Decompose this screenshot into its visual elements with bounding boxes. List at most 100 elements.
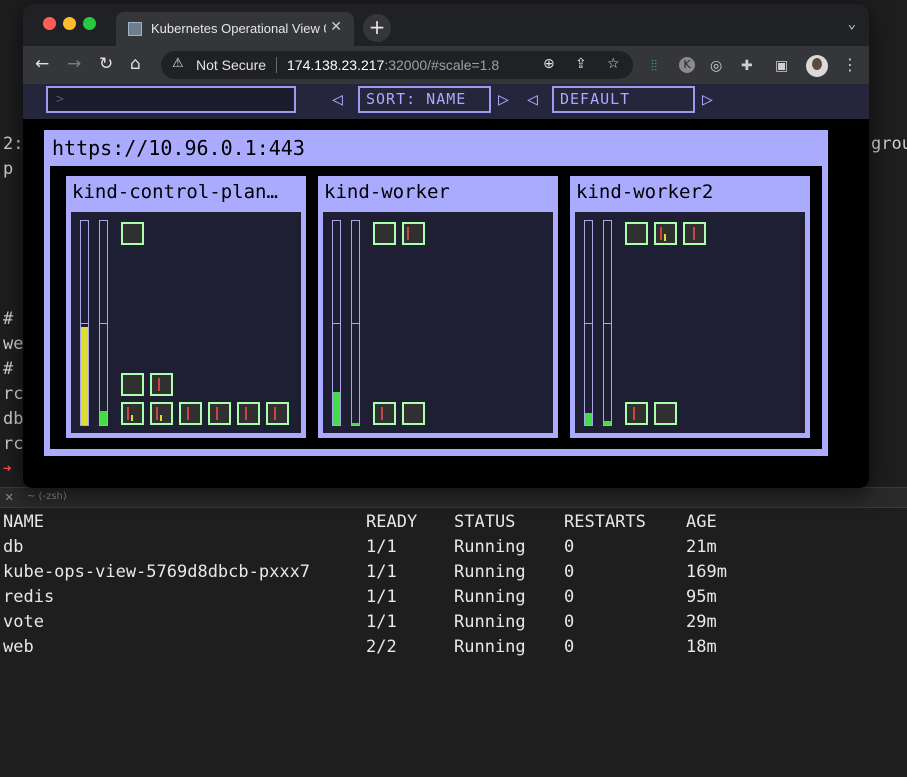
tab-title: Kubernetes Operational View 0 <box>151 21 326 36</box>
pod-box[interactable] <box>402 402 425 425</box>
reload-icon[interactable]: ↻ <box>99 54 113 74</box>
pod-box[interactable] <box>266 402 289 425</box>
home-icon[interactable]: ⌂ <box>130 54 141 74</box>
pod-box[interactable] <box>654 402 677 425</box>
pod-name: kube-ops-view-5769d8dbcb-pxxx7 <box>3 562 311 582</box>
share-icon[interactable]: ⇪ <box>575 56 587 72</box>
sort-selector[interactable]: SORT: NAME <box>358 86 491 113</box>
terminal-line: # <box>3 359 14 379</box>
pod-box[interactable] <box>121 222 144 245</box>
warning-icon[interactable]: ⚠ <box>172 56 184 71</box>
puzzle-icon[interactable]: ✚ <box>741 58 753 74</box>
pod-box[interactable] <box>373 402 396 425</box>
pod-restarts: 0 <box>564 612 575 632</box>
extension-k-icon[interactable]: K <box>679 57 695 73</box>
pod-restarts: 0 <box>564 587 575 607</box>
cpu-fill <box>81 327 88 425</box>
close-window-button[interactable] <box>43 17 56 30</box>
back-icon[interactable]: ← <box>35 54 49 74</box>
maximize-window-button[interactable] <box>83 17 96 30</box>
memory-bar <box>99 220 108 426</box>
memory-bar <box>351 220 360 426</box>
forward-icon[interactable]: → <box>67 54 81 74</box>
theme-selector[interactable]: DEFAULT <box>552 86 695 113</box>
pod-box[interactable] <box>121 402 144 425</box>
table-row: web 2/2 Running 0 18m <box>0 637 717 662</box>
column-header: RESTARTS <box>564 512 646 532</box>
close-tab-icon[interactable]: ✕ <box>330 19 342 35</box>
pod-status: Running <box>454 562 526 582</box>
cpu-fill <box>585 412 592 425</box>
pod-box[interactable] <box>625 222 648 245</box>
terminal-line: rc <box>3 434 24 454</box>
pod-box[interactable] <box>402 222 425 245</box>
node-body <box>71 212 301 433</box>
pod-box[interactable] <box>121 373 144 396</box>
menu-kebab-icon[interactable]: ⋮ <box>842 55 858 74</box>
node-body <box>323 212 553 433</box>
pod-box[interactable] <box>654 222 677 245</box>
new-tab-button[interactable]: + <box>363 14 391 42</box>
pod-status: Running <box>454 612 526 632</box>
pod-status: Running <box>454 637 526 657</box>
chevron-down-icon[interactable]: ⌄ <box>848 16 856 32</box>
pod-name: vote <box>3 612 44 632</box>
cluster-nodes: kind-control-plan… kind-worker kind-work… <box>50 166 822 449</box>
side-panel-icon[interactable]: ▣ <box>775 58 788 74</box>
avatar[interactable] <box>806 55 828 77</box>
sort-prev-icon[interactable]: ◁ <box>332 89 343 110</box>
table-header: NAME READY STATUS RESTARTS AGE <box>0 512 717 537</box>
terminal-line: we <box>3 334 24 354</box>
node-card[interactable]: kind-worker <box>318 176 558 438</box>
pod-box[interactable] <box>208 402 231 425</box>
cluster-box[interactable]: https://10.96.0.1:443 kind-control-plan… <box>44 130 828 456</box>
pod-box[interactable] <box>150 402 173 425</box>
pod-ready: 1/1 <box>366 612 397 632</box>
filter-input[interactable]: > <box>46 86 296 113</box>
browser-toolbar: ← → ↻ ⌂ ⚠ Not Secure 174.138.23.217:3200… <box>23 46 869 84</box>
node-name: kind-control-plan… <box>72 181 278 203</box>
close-icon[interactable]: ✕ <box>5 489 13 505</box>
zoom-icon[interactable]: ⊕ <box>543 56 555 72</box>
browser-tab[interactable]: Kubernetes Operational View 0 ✕ <box>116 12 354 46</box>
terminal-line: 2: <box>3 134 24 154</box>
extension-icon[interactable]: ◎ <box>710 58 722 74</box>
pod-name: redis <box>3 587 55 607</box>
pod-box[interactable] <box>625 402 648 425</box>
theme-next-icon[interactable]: ▷ <box>702 89 713 110</box>
pod-box[interactable] <box>683 222 706 245</box>
pod-box[interactable] <box>237 402 260 425</box>
pod-box[interactable] <box>150 373 173 396</box>
node-card[interactable]: kind-control-plan… <box>66 176 306 438</box>
pod-status: Running <box>454 587 526 607</box>
terminal-tab-title[interactable]: ~ (-zsh) <box>27 491 67 502</box>
minimize-window-button[interactable] <box>63 17 76 30</box>
terminal[interactable]: NAME READY STATUS RESTARTS AGE db 1/1 Ru… <box>0 508 907 754</box>
terminal-line-fragment: grou <box>871 134 907 154</box>
pod-restarts: 0 <box>564 637 575 657</box>
cluster-url: https://10.96.0.1:443 <box>52 136 305 160</box>
url-text[interactable]: 174.138.23.217:32000/#scale=1.8 <box>287 57 499 73</box>
pod-box[interactable] <box>179 402 202 425</box>
node-name: kind-worker <box>324 181 450 203</box>
table-row: vote 1/1 Running 0 29m <box>0 612 717 637</box>
node-card[interactable]: kind-worker2 <box>570 176 810 438</box>
table-row: db 1/1 Running 0 21m <box>0 537 717 562</box>
node-name: kind-worker2 <box>576 181 714 203</box>
sort-next-icon[interactable]: ▷ <box>498 89 509 110</box>
theme-prev-icon[interactable]: ◁ <box>527 89 538 110</box>
security-label[interactable]: Not Secure <box>196 57 266 73</box>
browser-window: Kubernetes Operational View 0 ✕ + ⌄ ← → … <box>23 4 869 488</box>
address-bar[interactable]: ⚠ Not Secure 174.138.23.217:32000/#scale… <box>161 51 633 79</box>
prompt-arrow: ➜ <box>3 461 12 477</box>
memory-bar <box>603 220 612 426</box>
pod-age: 169m <box>686 562 727 582</box>
column-header: AGE <box>686 512 717 532</box>
bookmark-star-icon[interactable]: ☆ <box>607 56 620 72</box>
pod-box[interactable] <box>373 222 396 245</box>
extension-icon[interactable]: ⦙⦙ <box>651 58 657 74</box>
filter-placeholder: > <box>56 92 64 107</box>
pod-age: 18m <box>686 637 717 657</box>
terminal-line: rc <box>3 384 24 404</box>
column-header: READY <box>366 512 418 532</box>
